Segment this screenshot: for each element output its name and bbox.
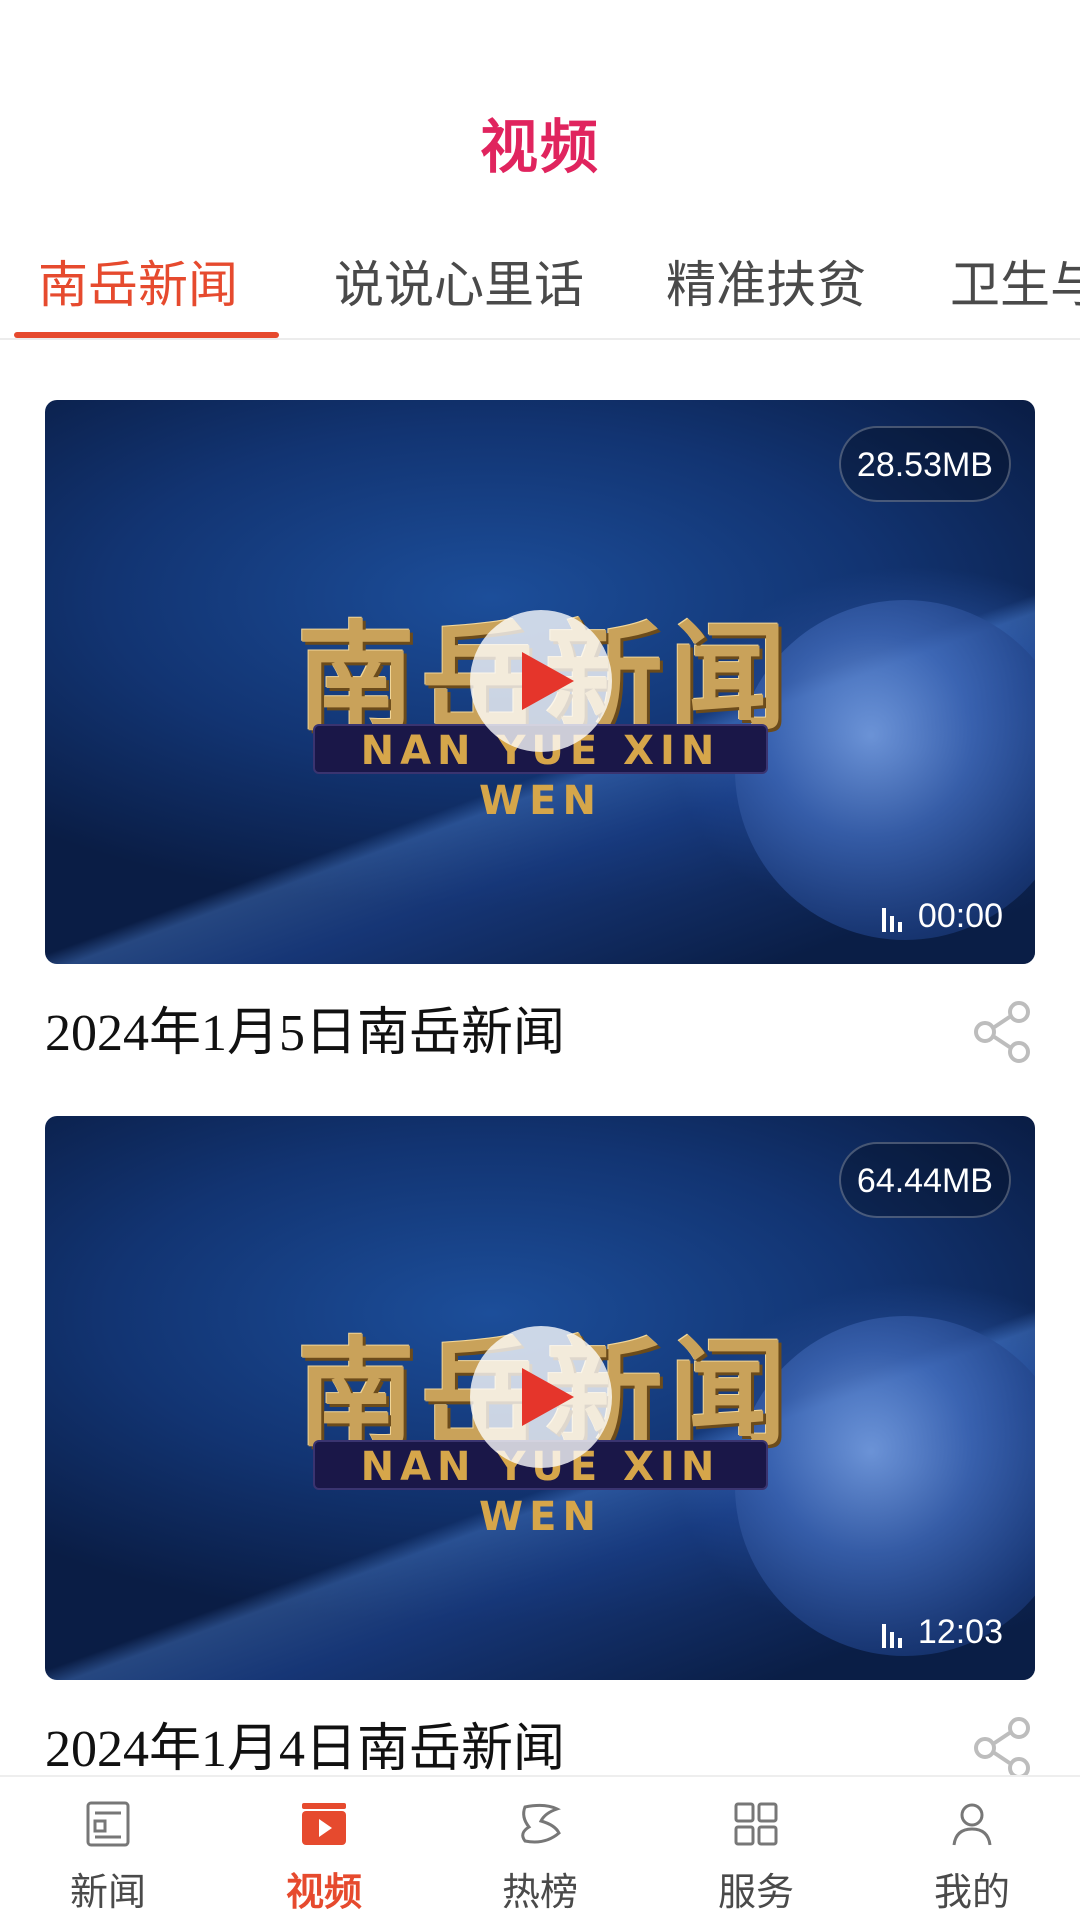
app-screen: 视频 南岳新闻 说说心里话 精准扶贫 卫生与 南岳新闻 NAN YUE XIN … xyxy=(0,0,1080,1920)
tab-health[interactable]: 卫生与 xyxy=(950,250,1080,320)
video-feed[interactable]: 南岳新闻 NAN YUE XIN WEN 28.53MB 00:00 xyxy=(0,340,1080,1775)
tab-speak-heart[interactable]: 说说心里话 xyxy=(334,250,584,320)
nav-label: 视频 xyxy=(285,1870,362,1914)
category-tabs: 南岳新闻 说说心里话 精准扶贫 卫生与 xyxy=(0,232,1080,340)
video-card[interactable]: 南岳新闻 NAN YUE XIN WEN 64.44MB 12:03 xyxy=(45,1116,1035,1775)
video-title[interactable]: 2024年1月5日南岳新闻 xyxy=(45,990,565,1065)
grid-icon xyxy=(734,1802,778,1846)
user-icon xyxy=(952,1803,992,1846)
news-icon xyxy=(86,1801,130,1847)
video-title[interactable]: 2024年1月4日南岳新闻 xyxy=(45,1706,565,1775)
duration-text: 12:03 xyxy=(917,1613,1003,1651)
duration-label: 12:03 xyxy=(880,1613,1003,1652)
duration-text: 00:00 xyxy=(917,897,1003,935)
video-card[interactable]: 南岳新闻 NAN YUE XIN WEN 28.53MB 00:00 xyxy=(45,400,1035,1063)
duration-label: 00:00 xyxy=(880,897,1003,936)
header: 视频 xyxy=(0,0,1080,230)
nav-label: 我的 xyxy=(933,1870,1010,1914)
play-icon xyxy=(522,652,574,710)
nav-item-video[interactable]: 视频 xyxy=(216,1777,432,1920)
active-tab-indicator xyxy=(14,332,279,338)
nav-item-services[interactable]: 服务 xyxy=(648,1777,864,1920)
share-icon[interactable] xyxy=(971,1000,1035,1064)
page-title: 视频 xyxy=(479,113,600,181)
play-icon xyxy=(522,1368,574,1426)
play-button[interactable] xyxy=(470,1326,612,1468)
nav-label: 新闻 xyxy=(69,1870,146,1914)
hot-list-icon xyxy=(521,1803,561,1844)
nav-item-news[interactable]: 新闻 xyxy=(0,1777,216,1920)
nav-item-me[interactable]: 我的 xyxy=(864,1777,1080,1920)
file-size-badge: 64.44MB xyxy=(838,1142,1011,1218)
nav-label: 热榜 xyxy=(501,1870,578,1914)
bars-icon xyxy=(881,907,902,932)
nav-item-hot-list[interactable]: 热榜 xyxy=(432,1777,648,1920)
bars-icon xyxy=(881,1623,902,1648)
video-icon xyxy=(302,1803,346,1845)
share-icon[interactable] xyxy=(971,1716,1035,1775)
tab-poverty-alleviation[interactable]: 精准扶贫 xyxy=(666,250,866,320)
tab-nanyue-news[interactable]: 南岳新闻 xyxy=(38,250,238,320)
video-thumbnail[interactable]: 南岳新闻 NAN YUE XIN WEN 64.44MB 12:03 xyxy=(45,1116,1035,1680)
bottom-nav: 新闻 视频 热榜 服务 我的 xyxy=(0,1775,1080,1920)
nav-label: 服务 xyxy=(717,1870,794,1914)
file-size-badge: 28.53MB xyxy=(838,426,1011,502)
video-thumbnail[interactable]: 南岳新闻 NAN YUE XIN WEN 28.53MB 00:00 xyxy=(45,400,1035,964)
play-button[interactable] xyxy=(470,610,612,752)
